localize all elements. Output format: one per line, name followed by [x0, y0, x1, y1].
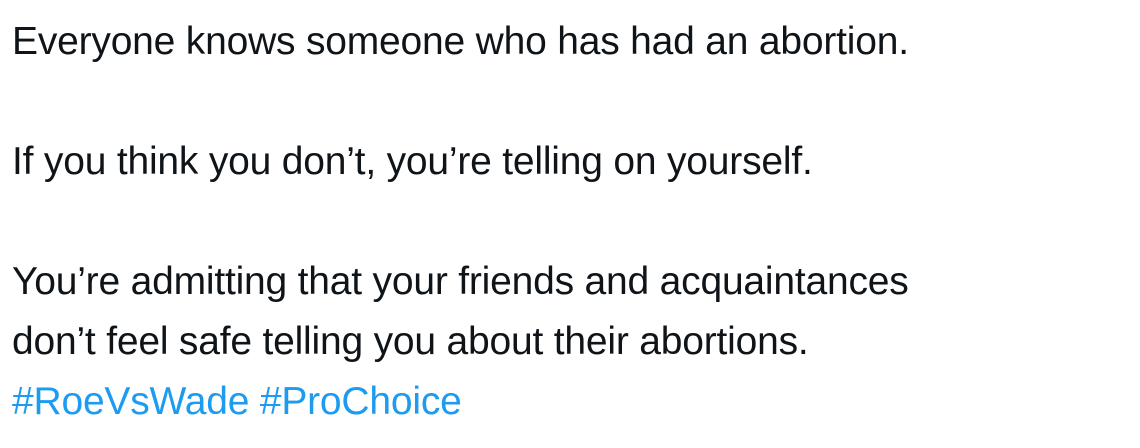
hashtag-row: #RoeVsWade #ProChoice: [12, 372, 1122, 432]
tweet-text: Everyone knows someone who has had an ab…: [12, 12, 1122, 432]
tweet-paragraph-3: You’re admitting that your friends and a…: [12, 252, 1122, 372]
hashtag-link-prochoice[interactable]: #ProChoice: [260, 380, 462, 423]
tweet-paragraph-3-line-2: don’t feel safe telling you about their …: [12, 320, 809, 363]
paragraph-break: [12, 72, 1122, 132]
tweet-paragraph-3-line-1: You’re admitting that your friends and a…: [12, 260, 909, 303]
hashtag-link-roevswade[interactable]: #RoeVsWade: [12, 380, 249, 423]
tweet-paragraph-2: If you think you don’t, you’re telling o…: [12, 140, 813, 183]
paragraph-break: [12, 192, 1122, 252]
tweet-paragraph-1: Everyone knows someone who has had an ab…: [12, 20, 909, 63]
